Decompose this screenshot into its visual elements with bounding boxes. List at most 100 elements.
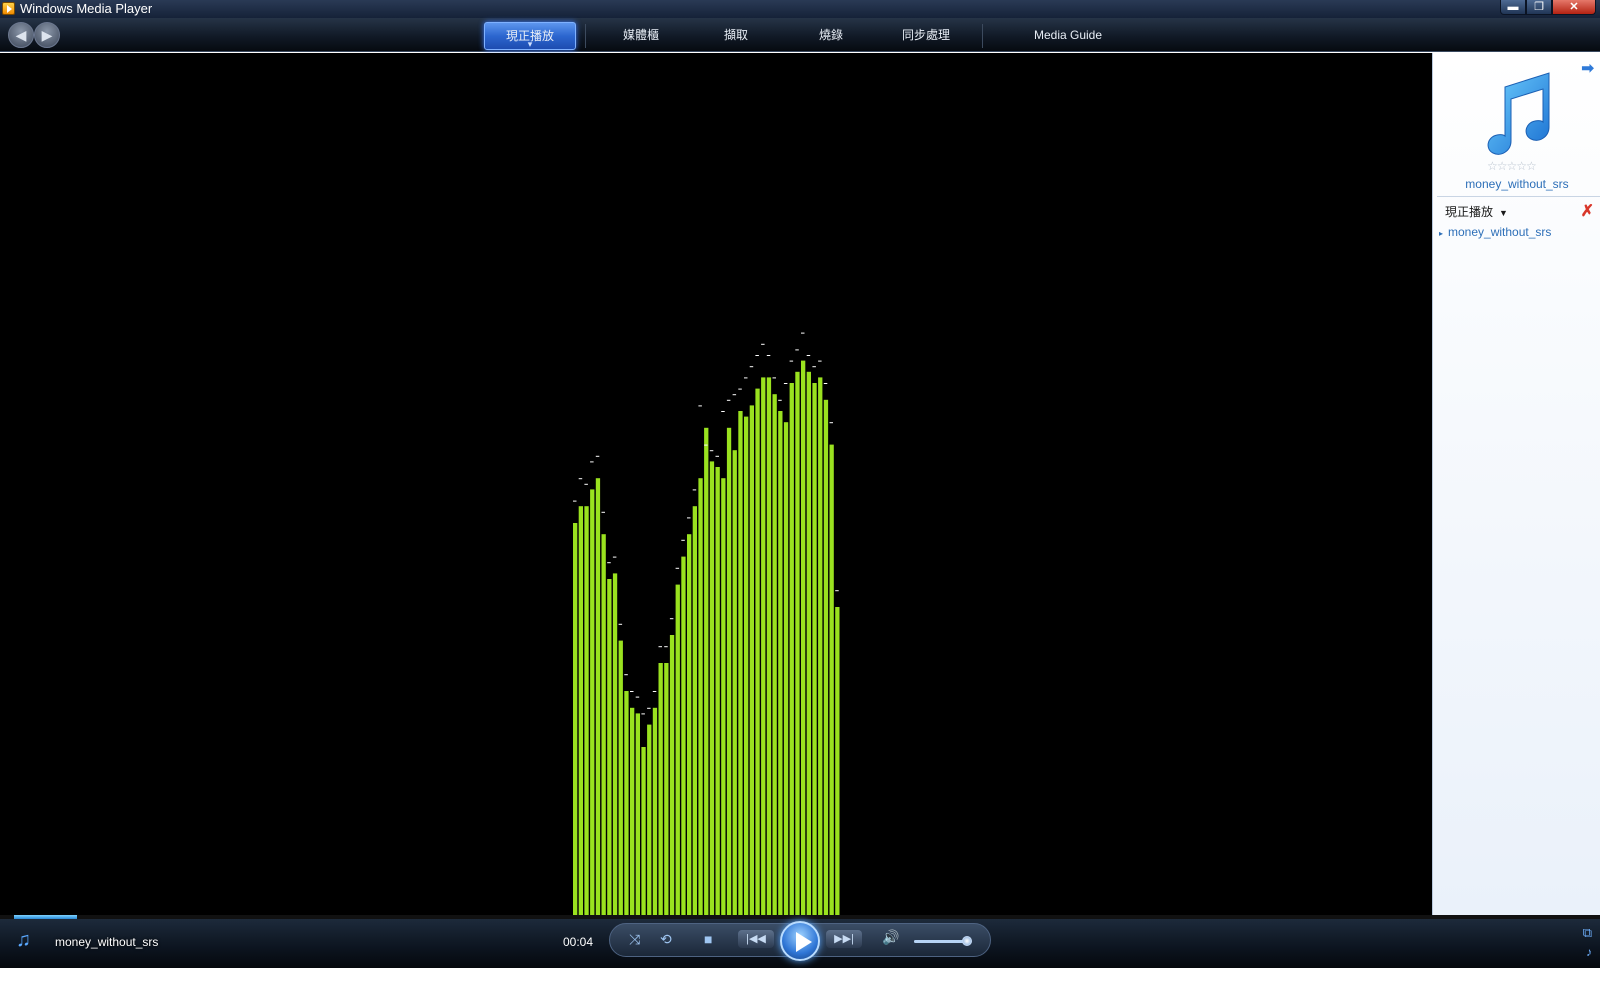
spectrum-peak (715, 455, 719, 457)
spectrum-bar (721, 478, 726, 915)
spectrum-bar (669, 635, 675, 915)
spectrum-peak (829, 422, 833, 424)
spectrum-peak (761, 343, 765, 345)
spectrum-visualization (573, 332, 840, 915)
spectrum-bar (607, 579, 612, 915)
spectrum-peak (595, 455, 600, 457)
spectrum-peak (738, 388, 742, 390)
spectrum-peak (818, 360, 822, 362)
spectrum-bar (584, 506, 589, 915)
tab-now-playing[interactable]: 現正播放 (484, 22, 576, 50)
spectrum-bar (755, 388, 760, 915)
now-playing-title[interactable]: money_without_srs (1433, 177, 1600, 191)
restore-button[interactable]: ❐ (1526, 0, 1552, 15)
spectrum-bar (766, 377, 772, 915)
next-button[interactable]: ▶▶| (826, 930, 862, 948)
visualization-area[interactable] (0, 53, 1432, 915)
spectrum-bar (732, 450, 737, 915)
spectrum-peak (789, 360, 794, 362)
tab-divider (585, 24, 586, 48)
spectrum-peak (607, 562, 611, 564)
spectrum-peak (772, 377, 776, 379)
shuffle-icon[interactable]: ⤨ (629, 931, 640, 948)
spectrum-peak (624, 674, 628, 676)
spectrum-bar (795, 371, 800, 915)
navigation-bar: ◀ ▶ 現正播放 媒體櫃 擷取 燒錄 同步處理 Media Guide (0, 18, 1600, 52)
spectrum-peak (744, 377, 748, 379)
spectrum-peak (709, 450, 714, 452)
previous-button[interactable]: |◀◀ (738, 930, 774, 948)
pane-divider (1437, 196, 1600, 197)
switch-to-skin-icon[interactable]: ⧉ (1583, 925, 1592, 941)
title-bar: Windows Media Player ▬ ❐ ✕ (0, 0, 1600, 18)
rating-stars-icon[interactable]: ☆☆☆☆☆ (1487, 159, 1537, 173)
current-track-name: money_without_srs (55, 935, 159, 949)
spectrum-peak (687, 517, 691, 519)
tab-sync[interactable]: 同步處理 (880, 22, 972, 50)
spectrum-peak (721, 411, 725, 412)
spectrum-bar (749, 405, 754, 915)
tab-burn[interactable]: 燒錄 (786, 22, 876, 50)
spectrum-peak (801, 332, 805, 334)
spectrum-peak (618, 623, 623, 625)
play-button[interactable] (780, 921, 820, 961)
spectrum-bar (601, 534, 606, 915)
clear-list-icon[interactable]: ✗ (1581, 201, 1594, 221)
spectrum-peak (766, 355, 771, 356)
music-note-icon: ♫ (16, 929, 31, 951)
spectrum-peak (681, 539, 685, 541)
volume-slider[interactable] (914, 936, 973, 946)
spectrum-bar (698, 478, 703, 915)
close-button[interactable]: ✕ (1552, 0, 1596, 15)
spectrum-peak (578, 478, 583, 480)
list-pane: ➡ ☆☆☆☆☆ money_without_srs 現正播放 ▼ ✗ ▸ money… (1432, 53, 1600, 915)
spectrum-bar (590, 489, 595, 915)
stop-button[interactable]: ■ (704, 931, 712, 947)
full-screen-icon[interactable]: ♪ (1586, 945, 1592, 959)
tab-divider (982, 24, 983, 48)
current-track-marker-icon: ▸ (1439, 229, 1444, 238)
spectrum-peak (635, 696, 640, 698)
spectrum-bar (812, 383, 817, 915)
list-item-label: money_without_srs (1448, 225, 1552, 239)
list-header-label: 現正播放 (1445, 205, 1494, 219)
spectrum-bar (744, 416, 749, 915)
spectrum-peak (835, 590, 839, 592)
spectrum-peak (573, 500, 577, 502)
tab-media-guide[interactable]: Media Guide (1016, 22, 1120, 50)
spectrum-bar (675, 584, 680, 915)
spectrum-bar (778, 411, 783, 915)
spectrum-bar (772, 394, 777, 915)
spectrum-bar (647, 724, 652, 915)
forward-arrow-icon[interactable]: ▶ (34, 22, 60, 48)
spectrum-peak (630, 691, 634, 692)
mute-icon[interactable]: 🔊 (882, 929, 899, 946)
spectrum-peak (704, 444, 708, 446)
spectrum-bar (664, 663, 669, 915)
spectrum-bar (801, 360, 806, 915)
app-logo-icon (2, 2, 15, 15)
spectrum-bar (612, 573, 618, 915)
spectrum-peak (584, 483, 588, 485)
spectrum-bar (789, 383, 794, 915)
album-art-music-note-icon (1487, 72, 1550, 155)
spectrum-bar (709, 461, 715, 915)
list-header-dropdown[interactable]: 現正播放 ▼ (1445, 203, 1508, 220)
spectrum-peak (692, 489, 697, 491)
list-item[interactable]: ▸ money_without_srs (1439, 225, 1551, 239)
tab-library[interactable]: 媒體櫃 (596, 22, 686, 50)
spectrum-bar (687, 534, 692, 915)
spectrum-bar (738, 411, 743, 915)
repeat-icon[interactable]: ⟲ (660, 931, 672, 948)
spectrum-peak (783, 383, 788, 384)
spectrum-peak (698, 405, 702, 407)
elapsed-time: 00:04 (563, 935, 594, 949)
hide-pane-arrow-icon[interactable]: ➡ (1581, 59, 1594, 77)
spectrum-bar (715, 467, 720, 915)
spectrum-bar (818, 377, 823, 915)
spectrum-peak (812, 366, 816, 368)
minimize-button[interactable]: ▬ (1500, 0, 1526, 15)
tab-rip[interactable]: 擷取 (692, 22, 780, 50)
back-arrow-icon[interactable]: ◀ (8, 22, 34, 48)
window-title: Windows Media Player (20, 1, 153, 16)
